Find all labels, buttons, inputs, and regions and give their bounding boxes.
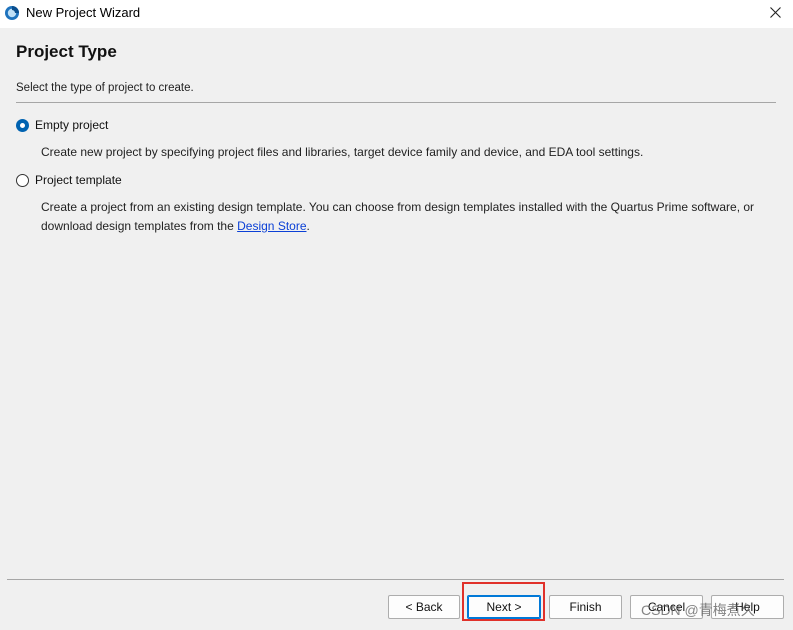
next-button[interactable]: Next > <box>467 595 541 619</box>
page-title: Project Type <box>16 42 117 61</box>
close-icon <box>769 7 781 21</box>
empty-project-option[interactable]: Empty project <box>16 118 108 132</box>
project-template-description-suffix: . <box>306 219 310 233</box>
page-subtitle: Select the type of project to create. <box>16 82 194 94</box>
help-button[interactable]: Help <box>711 595 784 619</box>
project-template-description-line2: download design templates from the Desig… <box>41 217 754 236</box>
close-button[interactable] <box>757 0 793 28</box>
window-title: New Project Wizard <box>26 5 141 20</box>
project-template-radio[interactable] <box>16 173 29 187</box>
quartus-app-icon <box>4 5 20 21</box>
project-template-description-line1: Create a project from an existing design… <box>41 200 755 214</box>
project-template-description-prefix: download design templates from the <box>41 219 238 233</box>
finish-button[interactable]: Finish <box>549 595 622 619</box>
project-template-label: Project template <box>35 173 122 187</box>
empty-project-radio[interactable] <box>16 118 29 132</box>
project-template-option[interactable]: Project template <box>16 173 122 187</box>
project-template-description: Create a project from an existing design… <box>41 198 754 236</box>
header-divider <box>16 102 776 103</box>
design-store-link[interactable]: Design Store <box>237 219 306 233</box>
cancel-button[interactable]: Cancel <box>630 595 703 619</box>
empty-project-label: Empty project <box>35 118 109 132</box>
title-bar: New Project Wizard <box>0 0 793 28</box>
empty-project-description: Create new project by specifying project… <box>41 145 644 159</box>
footer-divider <box>7 579 784 580</box>
back-button[interactable]: < Back <box>388 595 460 619</box>
